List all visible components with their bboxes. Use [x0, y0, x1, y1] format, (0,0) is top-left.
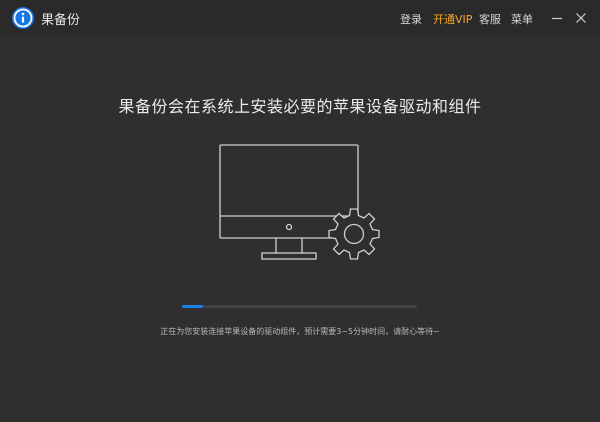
- close-icon[interactable]: [574, 10, 588, 29]
- install-status-text: 正在为您安装连接苹果设备的驱动组件，预计需要3~5分钟时间，请耐心等待~: [160, 327, 440, 336]
- install-headline: 果备份会在系统上安装必要的苹果设备驱动和组件: [118, 97, 482, 116]
- title-bar: 果备份 登录 开通VIP 客服 菜单: [0, 0, 600, 36]
- menu-link[interactable]: 菜单: [511, 11, 533, 27]
- customer-service-link[interactable]: 客服: [479, 11, 501, 27]
- info-circle-icon: [12, 7, 34, 29]
- minimize-icon[interactable]: [550, 10, 564, 29]
- login-link[interactable]: 登录: [400, 11, 422, 27]
- open-vip-link[interactable]: 开通VIP: [433, 11, 472, 27]
- gear-icon: [328, 208, 380, 260]
- install-progress-bar: [182, 305, 417, 308]
- app-logo: [12, 7, 34, 29]
- progress-fill: [182, 305, 204, 308]
- install-illustration: [214, 140, 384, 269]
- app-name: 果备份: [41, 13, 81, 28]
